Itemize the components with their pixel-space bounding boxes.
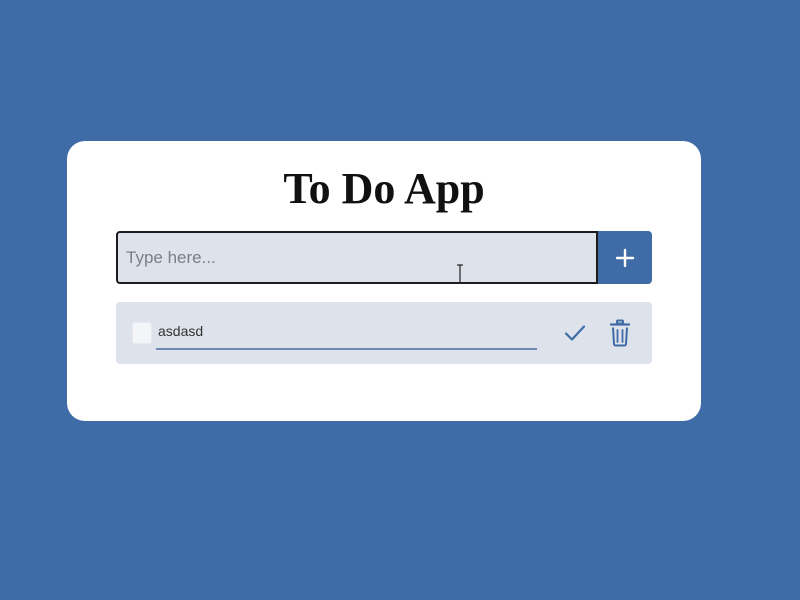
todo-item: asdasd (116, 302, 652, 364)
trash-icon (609, 319, 631, 347)
todo-text[interactable]: asdasd (158, 323, 203, 339)
add-task-button[interactable] (598, 231, 652, 284)
todo-checkbox[interactable] (132, 322, 152, 344)
add-task-row (116, 231, 652, 284)
app-title: To Do App (283, 164, 485, 213)
check-icon (564, 325, 586, 341)
complete-task-button[interactable] (563, 321, 587, 345)
todo-text-underline (156, 348, 537, 350)
text-cursor-icon (457, 264, 463, 284)
task-input[interactable] (116, 231, 598, 284)
plus-icon (615, 248, 635, 267)
delete-task-button[interactable] (609, 319, 631, 347)
todo-card: To Do App asdasd (67, 141, 701, 421)
